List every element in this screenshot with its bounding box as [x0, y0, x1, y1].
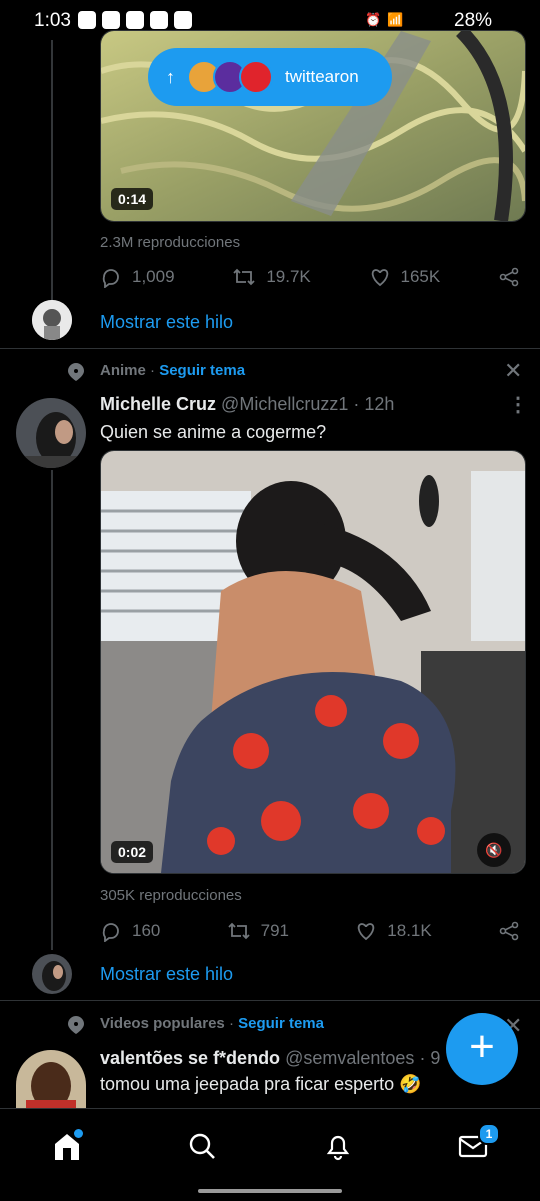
divider [0, 348, 540, 349]
topic-name: Videos populares [100, 1015, 225, 1032]
show-thread-link[interactable]: Mostrar este hilo [100, 964, 233, 985]
avatar[interactable] [32, 300, 72, 340]
new-tweets-pill[interactable]: ↑ twittearon [148, 48, 392, 106]
video-thumbnail [101, 451, 525, 873]
new-tweets-label: twittearon [285, 67, 359, 86]
alarm-icon: ⏰ [365, 12, 382, 27]
video-player[interactable]: 0:02 🔇 [100, 450, 526, 874]
plus-icon: + [469, 1022, 495, 1071]
show-thread-link[interactable]: Mostrar este hilo [100, 312, 233, 333]
calendar-icon [174, 11, 192, 29]
system-icons: ⏰ 📶 [365, 12, 403, 28]
mail-icon [126, 11, 144, 29]
heart-icon [371, 269, 388, 287]
avatar-image [16, 1050, 86, 1108]
home-notification-dot [74, 1129, 83, 1138]
avatar [239, 60, 273, 94]
gesture-bar[interactable] [198, 1189, 342, 1193]
tweet-text: tomou uma jeepada pra ficar esperto 🤣 [100, 1074, 422, 1094]
topic-header: Anime · Seguir tema [100, 362, 245, 379]
retweet-icon [233, 268, 255, 286]
follow-topic-link[interactable]: Seguir tema [159, 362, 245, 379]
retweet-icon [228, 922, 250, 940]
separator: · [228, 1015, 234, 1032]
thread-line [51, 40, 53, 302]
display-name[interactable]: Michelle Cruz [100, 394, 216, 414]
share-icon [499, 267, 519, 287]
messages-badge: 1 [478, 1123, 500, 1145]
notification-icons [78, 11, 192, 29]
like-count: 18.1K [387, 921, 432, 940]
video-duration: 0:02 [111, 841, 154, 863]
reply-count: 160 [132, 921, 161, 940]
retweet-count: 19.7K [266, 267, 311, 286]
bottom-navigation: 1 [0, 1108, 540, 1201]
arrow-up-icon: ↑ [166, 66, 175, 87]
like-button[interactable]: 18.1K [355, 920, 432, 942]
display-name[interactable]: valentões se f*dendo [100, 1048, 280, 1068]
topic-icon [66, 1015, 86, 1040]
mute-icon[interactable]: 🔇 [477, 833, 511, 867]
thread-line [51, 470, 53, 950]
battery-level: 28% [454, 10, 493, 31]
tweet-text: Quien se anime a cogerme? [100, 422, 327, 442]
separator: · [150, 362, 156, 379]
compose-tweet-button[interactable]: + [446, 1013, 518, 1085]
video-duration: 0:14 [111, 188, 154, 210]
tweet-time: · 9h [419, 1048, 440, 1068]
share-icon [499, 921, 519, 941]
avatar[interactable] [16, 1050, 86, 1108]
home-tab[interactable] [52, 1129, 83, 1163]
bell-icon [326, 1135, 350, 1161]
shopping-icon [150, 11, 168, 29]
messages-tab[interactable]: 1 [458, 1123, 500, 1166]
like-button[interactable]: 165K [369, 266, 441, 288]
heart-icon [358, 923, 375, 941]
user-handle[interactable]: @semvalentoes [285, 1048, 414, 1068]
tweet-actions: 160 791 18.1K [100, 920, 520, 942]
shazam-icon [78, 11, 96, 29]
wifi-icon: 📶 [387, 12, 404, 27]
reply-icon [102, 269, 119, 288]
avatar-image [32, 954, 72, 994]
reply-button[interactable]: 1,009 [100, 266, 175, 288]
topic-header: Videos populares · Seguir tema [100, 1015, 324, 1032]
reply-button[interactable]: 160 [100, 920, 160, 942]
follow-topic-link[interactable]: Seguir tema [238, 1015, 324, 1032]
user-handle[interactable]: @Michellcruzz1 [221, 394, 348, 414]
search-icon [189, 1133, 215, 1159]
avatar[interactable] [16, 398, 86, 468]
status-time: 1:03 [34, 10, 71, 31]
more-options-icon[interactable]: ⋮ [508, 392, 528, 417]
tweet-time: · 12h [353, 394, 395, 414]
divider [0, 1000, 540, 1001]
topic-icon [66, 362, 86, 387]
fitness-icon [102, 11, 120, 29]
tweet-header: Michelle Cruz @Michellcruzz1 · 12h [100, 394, 394, 415]
avatar[interactable] [32, 954, 72, 994]
tweet-actions: 1,009 19.7K 165K [100, 266, 520, 288]
retweet-button[interactable]: 19.7K [232, 266, 311, 288]
retweet-count: 791 [260, 921, 290, 940]
tweet-header: valentões se f*dendo @semvalentoes · 9h [100, 1048, 440, 1069]
like-count: 165K [400, 267, 441, 286]
reply-count: 1,009 [132, 267, 175, 286]
search-tab[interactable] [187, 1131, 217, 1166]
topic-name: Anime [100, 362, 146, 379]
view-count: 2.3M reproducciones [100, 234, 241, 251]
notifications-tab[interactable] [323, 1131, 353, 1166]
avatar-image [32, 300, 72, 340]
retweet-button[interactable]: 791 [227, 920, 289, 942]
share-button[interactable] [498, 266, 520, 288]
avatar-image [16, 398, 86, 468]
view-count: 305K reproducciones [100, 887, 242, 904]
reply-icon [102, 923, 119, 942]
close-icon[interactable]: ✕ [504, 358, 522, 384]
share-button[interactable] [498, 920, 520, 942]
